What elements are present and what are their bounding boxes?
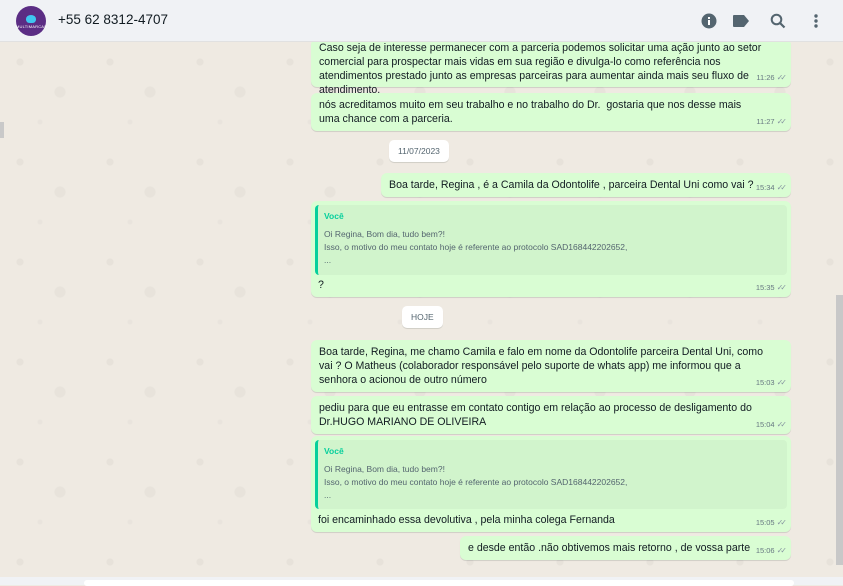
date-separator: HOJE: [402, 306, 443, 328]
double-check-icon: ✓✓: [776, 73, 788, 82]
message-text: e desde então .não obtivemos mais retorn…: [468, 542, 751, 554]
message-text: nós acreditamos muito em seu trabalho e …: [319, 99, 745, 125]
avatar-logo-text: MULTIMARCAS: [16, 24, 48, 29]
message-text: Boa tarde, Regina , é a Camila da Odonto…: [389, 179, 754, 191]
message-bubble-reply[interactable]: Você Oi Regina, Bom dia, tudo bem?! Isso…: [311, 436, 791, 532]
double-check-icon: ✓✓: [776, 183, 788, 192]
quoted-line: ...: [324, 255, 332, 265]
message-time: 11:27: [756, 117, 775, 126]
contact-name[interactable]: +55 62 8312-4707: [58, 12, 168, 27]
double-check-icon: ✓✓: [776, 283, 788, 292]
message-text: foi encaminhado essa devolutiva , pela m…: [318, 514, 615, 526]
message-bubble[interactable]: nós acreditamos muito em seu trabalho e …: [311, 93, 791, 131]
quoted-message[interactable]: Você Oi Regina, Bom dia, tudo bem?! Isso…: [315, 440, 787, 509]
message-text: pediu para que eu entrasse em contato co…: [319, 402, 755, 428]
double-check-icon: ✓✓: [776, 378, 788, 387]
avatar[interactable]: MULTIMARCAS: [16, 6, 48, 36]
logo-icon: [26, 15, 36, 23]
double-check-icon: ✓✓: [776, 117, 788, 126]
chat-header: MULTIMARCAS +55 62 8312-4707: [0, 0, 843, 42]
message-bubble-reply[interactable]: Você Oi Regina, Bom dia, tudo bem?! Isso…: [311, 201, 791, 297]
message-time: 15:04: [755, 420, 775, 429]
message-bubble[interactable]: pediu para que eu entrasse em contato co…: [311, 396, 791, 434]
quoted-line: ...: [324, 490, 332, 500]
message-bubble[interactable]: Caso seja de interesse permanecer com a …: [311, 42, 791, 96]
menu-dots-icon[interactable]: [805, 10, 827, 32]
scrollbar[interactable]: [836, 295, 843, 565]
info-icon[interactable]: [698, 10, 720, 32]
double-check-icon: ✓✓: [776, 546, 788, 555]
quoted-author: Você: [324, 211, 344, 221]
message-time: 15:05: [755, 518, 775, 527]
quoted-author: Você: [324, 446, 344, 456]
message-text: Boa tarde, Regina, me chamo Camila e fal…: [319, 346, 766, 386]
message-input[interactable]: [84, 580, 794, 586]
message-time: 15:34: [755, 183, 775, 192]
message-time: 15:35: [755, 283, 775, 292]
message-text: ?: [318, 279, 324, 291]
quoted-line: Isso, o motivo do meu contato hoje é ref…: [324, 242, 628, 252]
quoted-message[interactable]: Você Oi Regina, Bom dia, tudo bem?! Isso…: [315, 205, 787, 275]
composer-bar: [0, 577, 843, 586]
double-check-icon: ✓✓: [776, 518, 788, 527]
side-tab: [0, 122, 4, 138]
quoted-line: Oi Regina, Bom dia, tudo bem?!: [324, 464, 445, 474]
label-icon[interactable]: [730, 10, 752, 32]
date-separator: 11/07/2023: [389, 140, 449, 162]
message-bubble[interactable]: Boa tarde, Regina , é a Camila da Odonto…: [381, 173, 791, 197]
message-bubble[interactable]: Boa tarde, Regina, me chamo Camila e fal…: [311, 340, 791, 392]
chat-area[interactable]: Caso seja de interesse permanecer com a …: [0, 42, 843, 577]
double-check-icon: ✓✓: [776, 420, 788, 429]
message-time: 11:26: [756, 73, 775, 82]
quoted-line: Isso, o motivo do meu contato hoje é ref…: [324, 477, 628, 487]
message-time: 15:03: [755, 378, 775, 387]
message-text: Caso seja de interesse permanecer com a …: [319, 42, 765, 96]
message-time: 15:06: [755, 546, 775, 555]
quoted-line: Oi Regina, Bom dia, tudo bem?!: [324, 229, 445, 239]
search-icon[interactable]: [767, 10, 789, 32]
message-bubble[interactable]: e desde então .não obtivemos mais retorn…: [460, 536, 791, 560]
